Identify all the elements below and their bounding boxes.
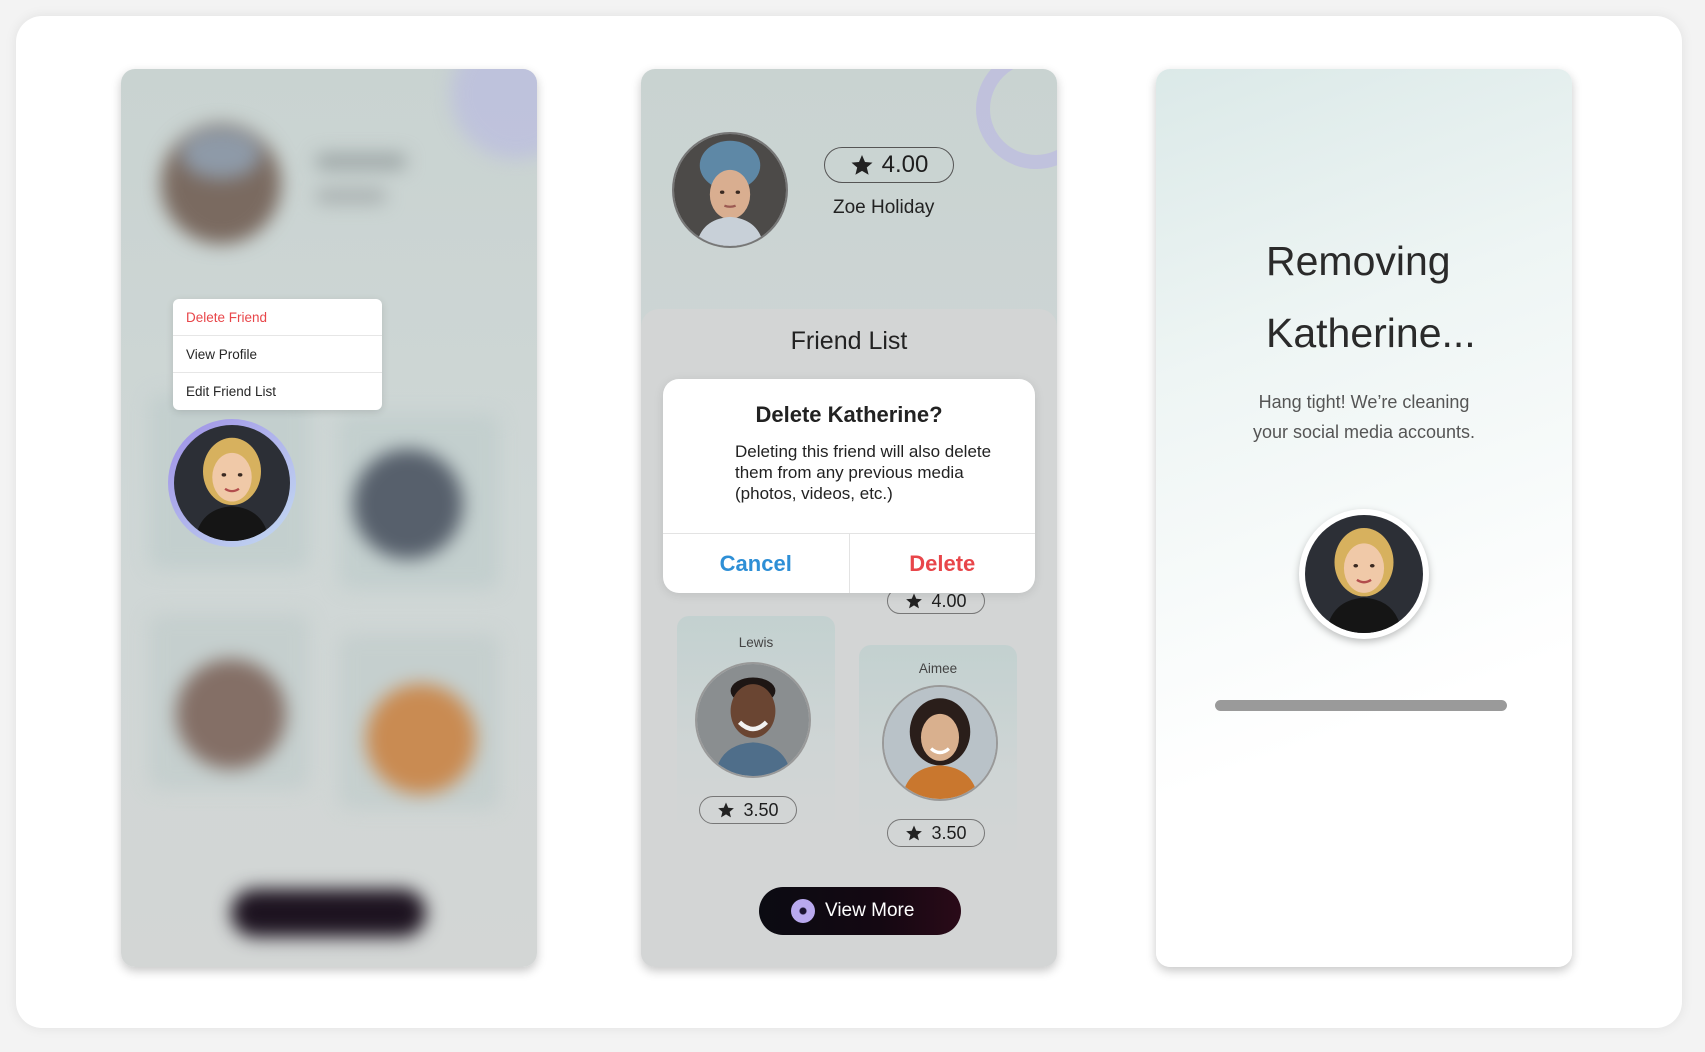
profile-rating-value: 4.00 — [881, 151, 929, 178]
friend-card-lewis[interactable]: Lewis 3.50 — [677, 616, 835, 830]
lewis-rating-value: 3.50 — [743, 799, 779, 820]
screen-removing: Removing Katherine... Hang tight! We’re … — [1156, 69, 1572, 967]
aimee-photo — [884, 687, 996, 799]
profile-avatar[interactable] — [672, 132, 788, 248]
delete-button[interactable]: Delete — [850, 534, 1036, 593]
cancel-button[interactable]: Cancel — [663, 534, 850, 593]
progress-bar — [1215, 700, 1507, 711]
lewis-avatar — [695, 662, 811, 778]
friend-name: Aimee — [918, 661, 958, 676]
dialog-actions: Cancel Delete — [663, 533, 1035, 593]
delete-confirm-dialog: Delete Katherine? Deleting this friend w… — [663, 379, 1035, 593]
delete-friend-menu-item[interactable]: Delete Friend — [173, 299, 382, 336]
removing-subtitle-line1: Hang tight! We’re cleaning — [1258, 392, 1470, 412]
screen-delete-dialog: 4.00 Zoe Holiday Friend List 4.00 Lewis … — [641, 69, 1057, 967]
katherine-photo — [1305, 515, 1423, 633]
context-menu: Delete Friend View Profile Edit Friend L… — [173, 299, 382, 410]
friend-list-title: Friend List — [790, 327, 908, 355]
disc-icon — [791, 899, 815, 923]
hidden-card-rating-value: 4.00 — [931, 590, 967, 611]
removing-subtitle-line2: your social media accounts. — [1252, 422, 1476, 442]
star-icon — [906, 593, 923, 609]
removing-title-line1: Removing — [1266, 238, 1451, 284]
star-icon — [718, 802, 735, 818]
lewis-photo — [697, 664, 809, 776]
view-more-button[interactable]: View More — [759, 887, 961, 935]
dialog-message: Deleting this friend will also delete th… — [735, 442, 992, 503]
aimee-rating-value: 3.50 — [931, 822, 967, 843]
aimee-avatar — [882, 685, 998, 801]
selected-friend-avatar[interactable] — [168, 419, 296, 547]
view-more-label: View More — [825, 900, 915, 921]
profile-name: Zoe Holiday — [833, 197, 935, 218]
removing-title: Removing Katherine... — [1266, 225, 1476, 369]
dialog-title: Delete Katherine? — [755, 402, 943, 427]
friend-name: Lewis — [738, 635, 774, 650]
view-profile-menu-item[interactable]: View Profile — [173, 336, 382, 373]
friend-card-aimee[interactable]: Aimee 3.50 — [859, 645, 1017, 859]
removing-subtitle: Hang tight! We’re cleaning your social m… — [1156, 387, 1572, 447]
edit-friend-list-menu-item[interactable]: Edit Friend List — [173, 373, 382, 410]
screen-context-menu: Delete Friend View Profile Edit Friend L… — [121, 69, 537, 967]
star-icon — [851, 155, 873, 175]
katherine-photo — [174, 425, 290, 541]
profile-rating-badge: 4.00 — [824, 147, 954, 183]
zoe-photo — [674, 134, 786, 246]
decorative-ring — [976, 69, 1057, 169]
star-icon — [906, 825, 923, 841]
removing-avatar — [1299, 509, 1429, 639]
removing-title-line2: Katherine... — [1266, 310, 1476, 356]
aimee-rating: 3.50 — [887, 819, 985, 847]
progress-fill — [1215, 700, 1507, 711]
lewis-rating: 3.50 — [699, 796, 797, 824]
